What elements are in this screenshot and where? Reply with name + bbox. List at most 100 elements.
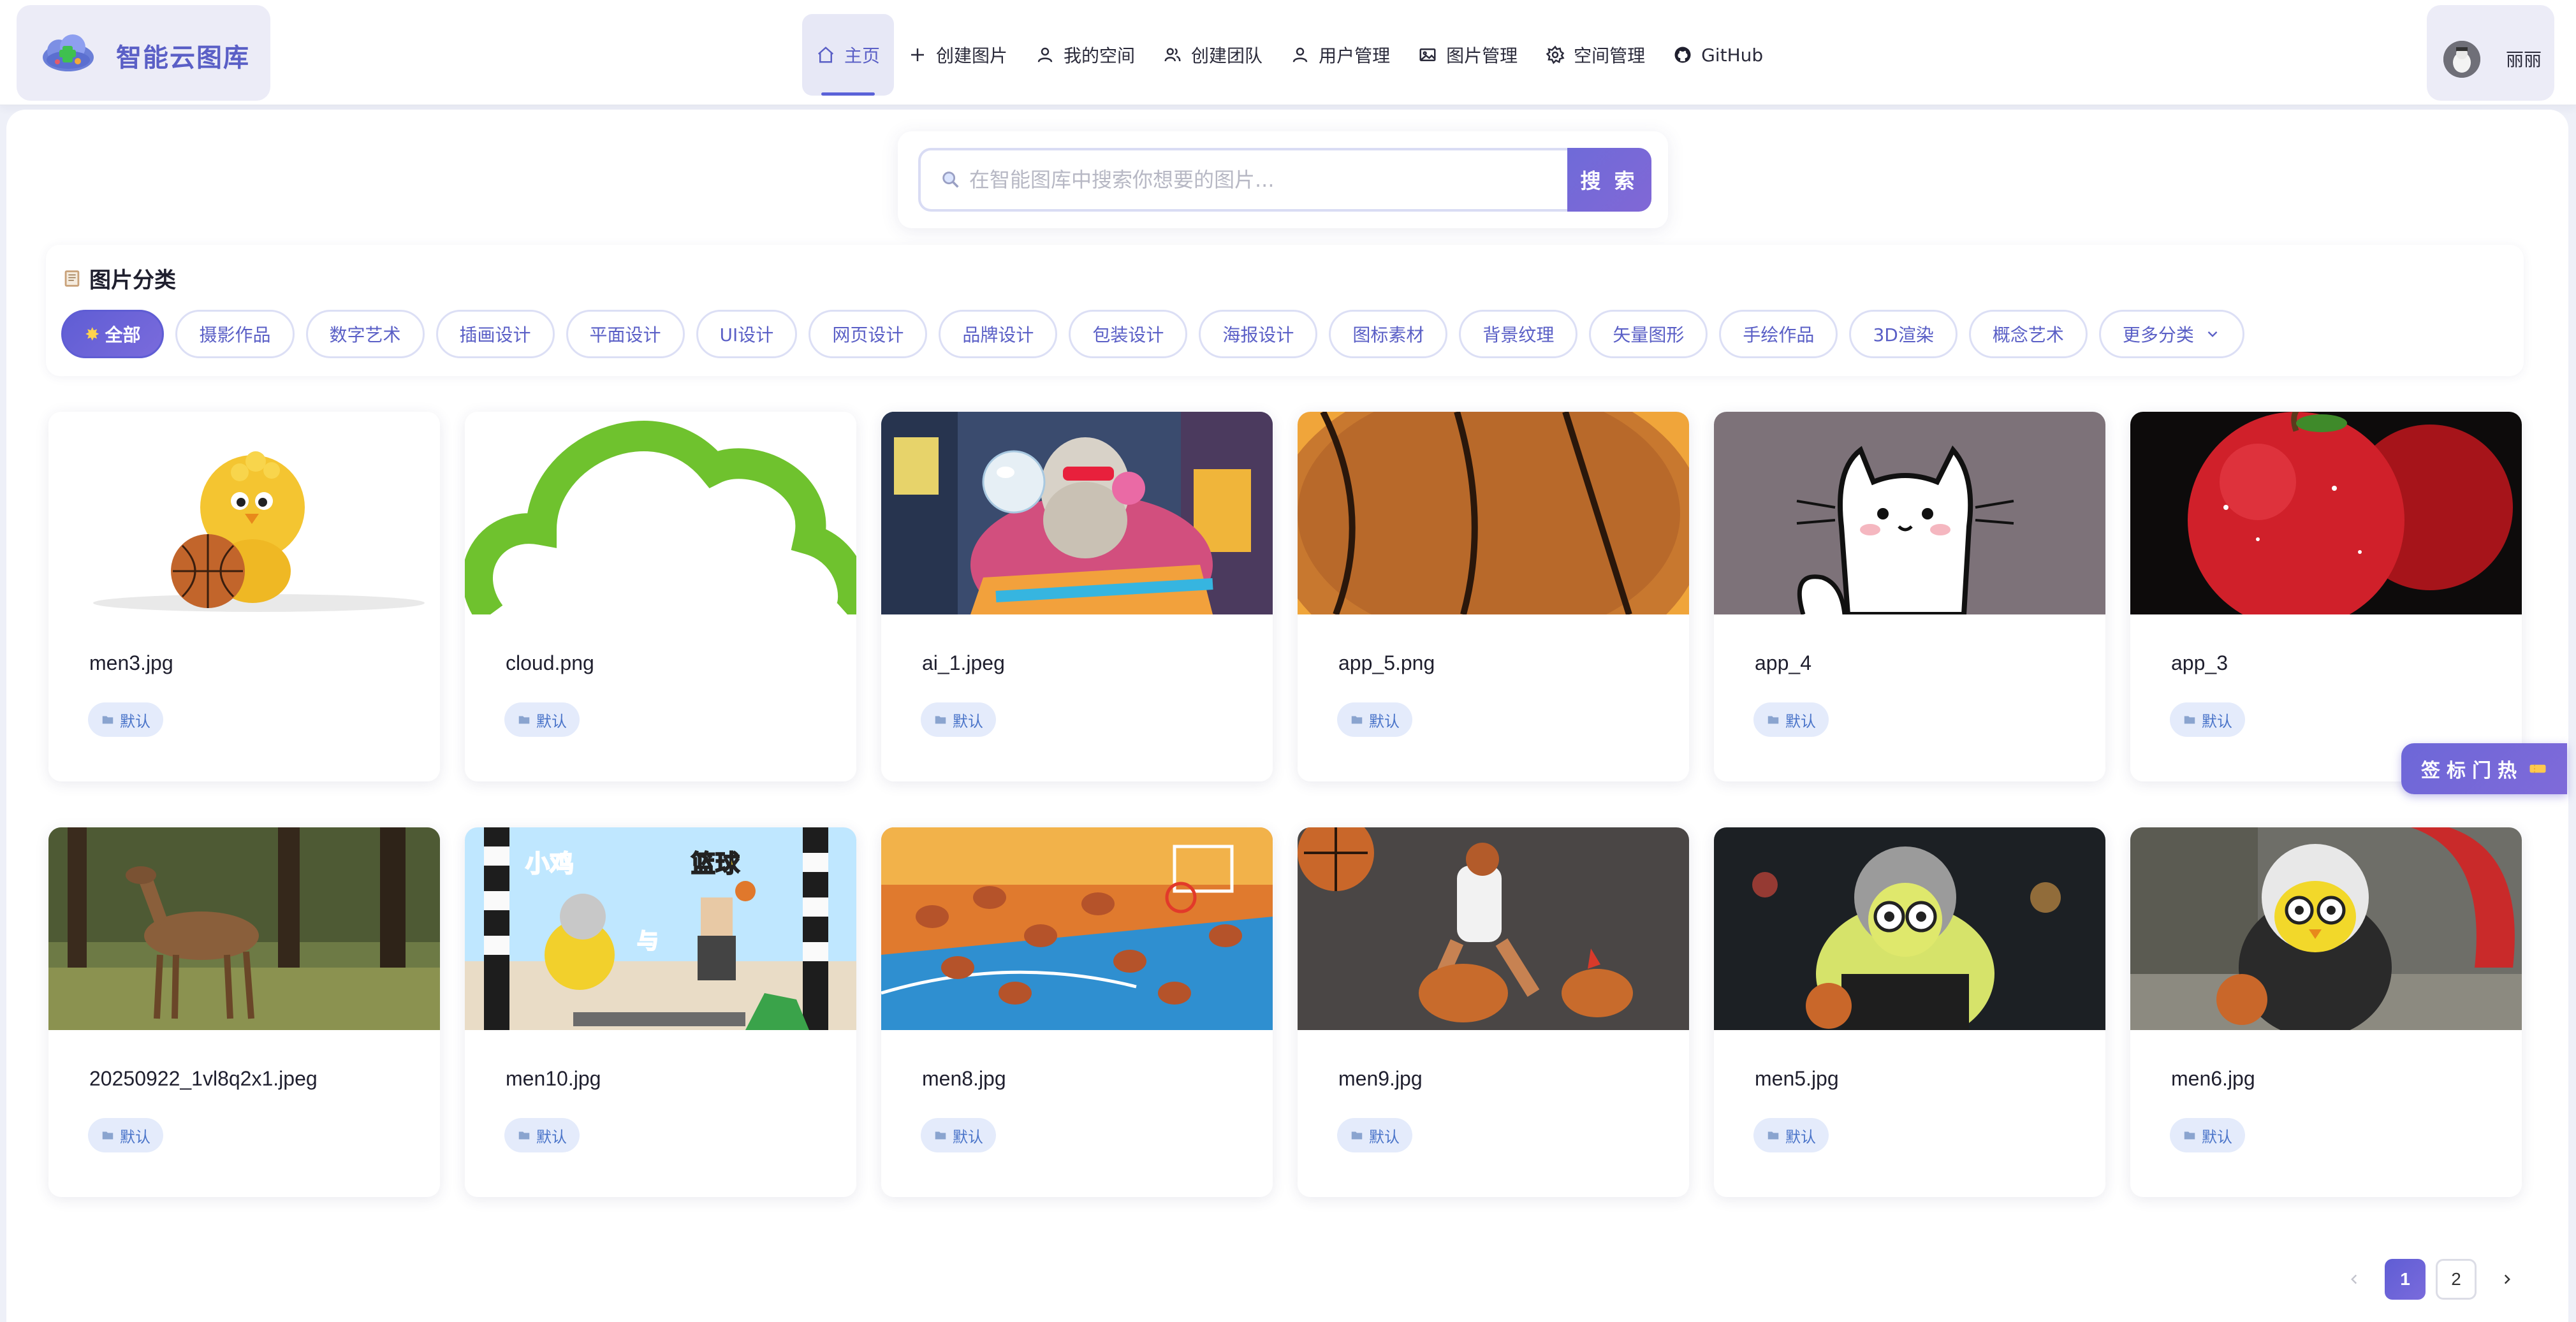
folder-icon — [1351, 1131, 1363, 1140]
tag-label: 默认 — [2202, 1128, 2232, 1146]
category-chip[interactable]: 手绘作品 — [1719, 310, 1838, 358]
picture-name: 20250922_1vl8q2x1.jpeg — [89, 1067, 318, 1090]
picture-thumbnail[interactable] — [48, 412, 440, 614]
prev-page-button[interactable] — [2334, 1259, 2375, 1300]
folder-icon — [1767, 716, 1779, 724]
nav-label: GitHub — [1701, 44, 1764, 66]
picture-name: cloud.png — [506, 651, 594, 674]
next-page-button[interactable] — [2487, 1259, 2528, 1300]
picture-thumbnail[interactable] — [881, 827, 1273, 1030]
category-chip[interactable]: 平面设计 — [566, 310, 685, 358]
overlay-text-and: 与 — [637, 929, 659, 954]
home-icon — [816, 45, 835, 64]
picture-thumbnail[interactable] — [1298, 827, 1689, 1030]
avatar[interactable] — [2443, 41, 2480, 78]
user-menu[interactable]: 丽丽 — [2427, 5, 2554, 101]
tag-label: 默认 — [1785, 712, 1816, 730]
category-tag: 默认 — [2170, 1118, 2245, 1152]
picture-card[interactable]: men9.jpg 默认 — [1298, 827, 1689, 1197]
page-1-button[interactable]: 1 — [2385, 1259, 2426, 1300]
picture-thumbnail[interactable] — [2130, 412, 2522, 614]
nav-create-picture[interactable]: 创建图片 — [894, 14, 1021, 96]
picture-card[interactable]: men8.jpg 默认 — [881, 827, 1273, 1197]
folder-icon — [102, 1131, 113, 1140]
picture-thumbnail[interactable] — [48, 827, 440, 1030]
search-button[interactable]: 搜 索 — [1567, 148, 1651, 212]
tag-label: 默认 — [1785, 1128, 1816, 1146]
sparkle-icon: ✸ — [85, 323, 100, 345]
picture-thumbnail[interactable] — [1714, 412, 2105, 614]
picture-name: ai_1.jpeg — [922, 651, 1005, 674]
user-icon — [1036, 45, 1055, 64]
nav-user-management[interactable]: 用户管理 — [1277, 14, 1404, 96]
category-chip[interactable]: 背景纹理 — [1459, 310, 1578, 358]
category-tag: 默认 — [921, 1118, 996, 1152]
tag-label: 默认 — [2202, 712, 2232, 730]
github-icon — [1673, 45, 1692, 64]
picture-name: app_3 — [2171, 651, 2228, 674]
nav-my-space[interactable]: 我的空间 — [1021, 14, 1149, 96]
more-categories-button[interactable]: 更多分类 — [2098, 310, 2244, 358]
hot-tags-label: 热门标签 — [2421, 760, 2523, 782]
nav-github[interactable]: GitHub — [1659, 14, 1777, 96]
nav-picture-management[interactable]: 图片管理 — [1404, 14, 1532, 96]
category-title-text: 图片分类 — [89, 268, 176, 293]
picture-thumbnail[interactable] — [1714, 827, 2105, 1030]
nav-home[interactable]: 主页 — [802, 14, 895, 96]
search-input[interactable] — [969, 168, 1543, 192]
page-2-button[interactable]: 2 — [2436, 1259, 2477, 1300]
nav-create-team[interactable]: 创建团队 — [1149, 14, 1277, 96]
picture-card[interactable]: cloud.png 默认 — [465, 412, 856, 781]
brand[interactable]: 智能云图库 — [17, 5, 270, 101]
picture-card[interactable]: app_5.png 默认 — [1298, 412, 1689, 781]
picture-thumbnail[interactable]: 小鸡 与 篮球 — [465, 827, 856, 1030]
picture-name: app_4 — [1755, 651, 1811, 674]
picture-card[interactable]: app_3 默认 — [2130, 412, 2522, 781]
category-chip[interactable]: 品牌设计 — [939, 310, 1058, 358]
picture-card[interactable]: 小鸡 与 篮球 men10.jpg 默认 — [465, 827, 856, 1197]
nav-label: 我的空间 — [1064, 45, 1136, 66]
image-icon — [1418, 45, 1437, 64]
category-chip[interactable]: 3D渲染 — [1849, 310, 1958, 358]
nav-label: 主页 — [844, 45, 881, 66]
user-name: 丽丽 — [2506, 49, 2542, 70]
folder-icon — [2184, 1131, 2195, 1140]
nav-label: 创建图片 — [936, 45, 1008, 66]
picture-card[interactable]: app_4 默认 — [1714, 412, 2105, 781]
picture-card[interactable]: men6.jpg 默认 — [2130, 827, 2522, 1197]
category-tag: 默认 — [1753, 1118, 1829, 1152]
category-chip[interactable]: 概念艺术 — [1968, 310, 2088, 358]
chevron-right-icon — [2504, 1274, 2510, 1284]
category-chip-all[interactable]: ✸ 全部 — [61, 310, 165, 358]
search-box[interactable] — [918, 148, 1569, 212]
category-chip[interactable]: 包装设计 — [1069, 310, 1188, 358]
picture-card[interactable]: 20250922_1vl8q2x1.jpeg 默认 — [48, 827, 440, 1197]
picture-card[interactable]: ai_1.jpeg 默认 — [881, 412, 1273, 781]
nav-label: 图片管理 — [1446, 45, 1518, 66]
folder-icon — [518, 1131, 530, 1140]
tag-label: 默认 — [120, 712, 150, 730]
category-chip[interactable]: UI设计 — [696, 310, 798, 358]
overlay-text-basketball: 篮球 — [691, 850, 740, 878]
picture-name: men3.jpg — [89, 651, 173, 674]
category-chip[interactable]: 网页设计 — [809, 310, 928, 358]
tag-label: 默认 — [536, 1128, 567, 1146]
picture-card[interactable]: men5.jpg 默认 — [1714, 827, 2105, 1197]
picture-card[interactable]: men3.jpg 默认 — [48, 412, 440, 781]
picture-thumbnail[interactable] — [881, 412, 1273, 614]
category-chip[interactable]: 图标素材 — [1329, 310, 1448, 358]
tag-label: 默认 — [1369, 1128, 1400, 1146]
category-title: 图片分类 — [61, 263, 176, 294]
category-chip[interactable]: 数字艺术 — [305, 310, 425, 358]
category-chip[interactable]: 摄影作品 — [175, 310, 295, 358]
picture-thumbnail[interactable] — [2130, 827, 2522, 1030]
category-chip[interactable]: 海报设计 — [1199, 310, 1318, 358]
picture-thumbnail[interactable] — [465, 412, 856, 614]
category-tag: 默认 — [1753, 702, 1829, 737]
picture-thumbnail[interactable] — [1298, 412, 1689, 614]
nav-space-management[interactable]: 空间管理 — [1532, 14, 1659, 96]
category-chip[interactable]: 插画设计 — [435, 310, 555, 358]
overlay-text-chick: 小鸡 — [525, 850, 574, 878]
hot-tags-tab[interactable]: 热门标签 — [2401, 743, 2567, 794]
category-chip[interactable]: 矢量图形 — [1589, 310, 1708, 358]
